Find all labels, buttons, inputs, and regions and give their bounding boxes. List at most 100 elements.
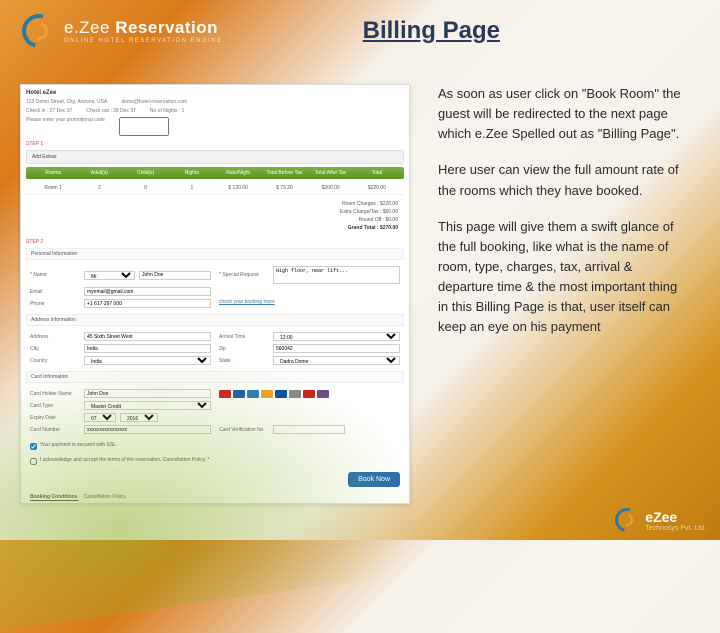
state-select[interactable]: Dadra Dome (273, 356, 400, 365)
state-label: State (219, 358, 269, 364)
city-input[interactable] (84, 344, 211, 353)
cardnumber-label: Card Number (30, 427, 80, 433)
zip-label: Zip (219, 346, 269, 352)
slide-header: e.Zee Reservation ONLINE HOTEL RESERVATI… (0, 0, 720, 56)
phone-input[interactable] (84, 299, 211, 308)
hotel-name: Hotel eZee (26, 90, 404, 96)
checkin-label: Check in : 27 Dec 97 (26, 108, 72, 114)
promo-label: Please enter your promotional code (26, 117, 105, 136)
cardtype-label: Card Type (30, 403, 80, 409)
td-adults[interactable]: 2 (76, 185, 122, 191)
email-label: Email (30, 289, 80, 295)
firstname-input[interactable] (139, 271, 211, 280)
step-1-label: STEP 1 (26, 141, 404, 147)
checkout-label: Check out : 28 Dec 97 (86, 108, 135, 114)
td-room: Room 1 (30, 185, 76, 191)
expiry-month-select[interactable]: 07 (84, 413, 116, 422)
nights-label: No of Nights : 1 (150, 108, 184, 114)
cardtype-select[interactable]: Master Credit (84, 401, 211, 410)
city-label: City (30, 346, 80, 352)
totals-block: Room Charges : $220.00 Extra Charge/Tax … (26, 198, 404, 234)
round-off: Round Off : $0.00 (32, 216, 398, 224)
th-before-tax: Total Before Tax (261, 170, 307, 176)
pricing-table-row: Room 1 2 0 1 $ 120.00 $ 73.20 $200.00 $2… (26, 182, 404, 195)
special-req-label: * Special Request (219, 272, 269, 278)
grand-total: Grand Total : $270.00 (348, 225, 398, 231)
add-extras-bar[interactable]: Add Extras (26, 150, 404, 164)
th-rooms: Rooms (30, 170, 76, 176)
th-adults: Adult(s) (76, 170, 122, 176)
td-children[interactable]: 0 (123, 185, 169, 191)
salutation-select[interactable]: Mr. (84, 271, 135, 280)
pricing-table-header: Rooms Adult(s) Child(s) Nights Rate/Nigh… (26, 167, 404, 179)
special-req-textarea[interactable]: High floor, near lift... (273, 266, 400, 284)
logo-text: e.Zee Reservation (64, 18, 223, 38)
page-title: Billing Page (363, 17, 500, 45)
agree-checkbox[interactable] (30, 458, 37, 465)
diners-icon (289, 390, 301, 398)
footer-logo-sub: Technosys Pvt. Ltd. (645, 525, 706, 532)
discover-icon (261, 390, 273, 398)
cardnumber-input[interactable] (84, 425, 211, 434)
th-nights: Nights (169, 170, 215, 176)
room-charges: Room Charges : $220.00 (32, 200, 398, 208)
promo-input[interactable] (119, 117, 169, 136)
cardholder-input[interactable] (84, 389, 211, 398)
arrival-time-label: Arrival Time (219, 334, 269, 340)
zip-input[interactable] (273, 344, 400, 353)
tab-booking-conditions[interactable]: Booking Conditions (30, 494, 78, 501)
ssl-info-text: Your payment is secured with SSL. (40, 442, 117, 448)
expiry-year-select[interactable]: 2016 (120, 413, 158, 422)
tab-cancellation-policy[interactable]: Cancellation Policy (84, 494, 126, 501)
logo-subtitle: ONLINE HOTEL RESERVATION ENGINE (64, 38, 223, 44)
card-icons (219, 389, 400, 398)
description-p2: Here user can view the full amount rate … (438, 160, 684, 200)
ssl-info-checkbox[interactable] (30, 443, 37, 450)
address-input[interactable] (84, 332, 211, 341)
description-p3: This page will give them a swift glance … (438, 217, 684, 338)
th-rate: Rate/Night (215, 170, 261, 176)
email-input[interactable] (84, 287, 211, 296)
logo: e.Zee Reservation ONLINE HOTEL RESERVATI… (22, 14, 223, 48)
td-nights: 1 (169, 185, 215, 191)
step-2-label: STEP 2 (26, 239, 404, 245)
personal-info-title: Personal Information (26, 248, 404, 260)
cvv-label: Card Verification No (219, 427, 269, 433)
footer-swirl-icon (611, 504, 644, 537)
logo-text-bold: Reservation (115, 18, 218, 37)
address-info-title: Address Information (26, 314, 404, 326)
cvv-input[interactable] (273, 425, 345, 434)
phone-label: Phone (30, 301, 80, 307)
mastercard-icon (219, 390, 231, 398)
billing-page-screenshot: Hotel eZee 123 Demo Street, City, Arizon… (20, 84, 410, 504)
th-after-tax: Total After Tax (308, 170, 354, 176)
hotel-email: demo@hotel-reservation.com (121, 99, 187, 105)
description-p1: As soon as user click on "Book Room" the… (438, 84, 684, 144)
td-total: $220.00 (354, 185, 400, 191)
amex-icon (247, 390, 259, 398)
extra-charges: Extra Charge/Tax : $50.00 (32, 208, 398, 216)
td-rate: $ 120.00 (215, 185, 261, 191)
td-before-tax: $ 73.20 (261, 185, 307, 191)
jcb-icon (275, 390, 287, 398)
td-after-tax: $200.00 (308, 185, 354, 191)
unionpay-icon (303, 390, 315, 398)
hotel-address: 123 Demo Street, City, Arizona, USA (26, 99, 107, 105)
cardholder-label: Card Holder Name (30, 391, 80, 397)
logo-swirl-icon (16, 8, 62, 54)
agree-text: I acknowledge and accept the terms of th… (40, 457, 209, 463)
th-children: Child(s) (123, 170, 169, 176)
arrival-time-select[interactable]: 12:00 (273, 332, 400, 341)
country-label: Country (30, 358, 80, 364)
card-info-title: Card Information (26, 371, 404, 383)
th-total: Total (354, 170, 400, 176)
description-column: As soon as user click on "Book Room" the… (438, 84, 684, 504)
footer-logo-text: eZee (645, 509, 706, 525)
book-now-button[interactable]: Book Now (348, 472, 400, 487)
country-select[interactable]: India (84, 356, 211, 365)
logo-text-plain: e.Zee (64, 18, 115, 37)
expiry-label: Expiry Date (30, 415, 80, 421)
maestro-icon (317, 390, 329, 398)
signup-link[interactable]: check your booking more (219, 299, 275, 305)
salutation-label: * Name (30, 272, 80, 278)
